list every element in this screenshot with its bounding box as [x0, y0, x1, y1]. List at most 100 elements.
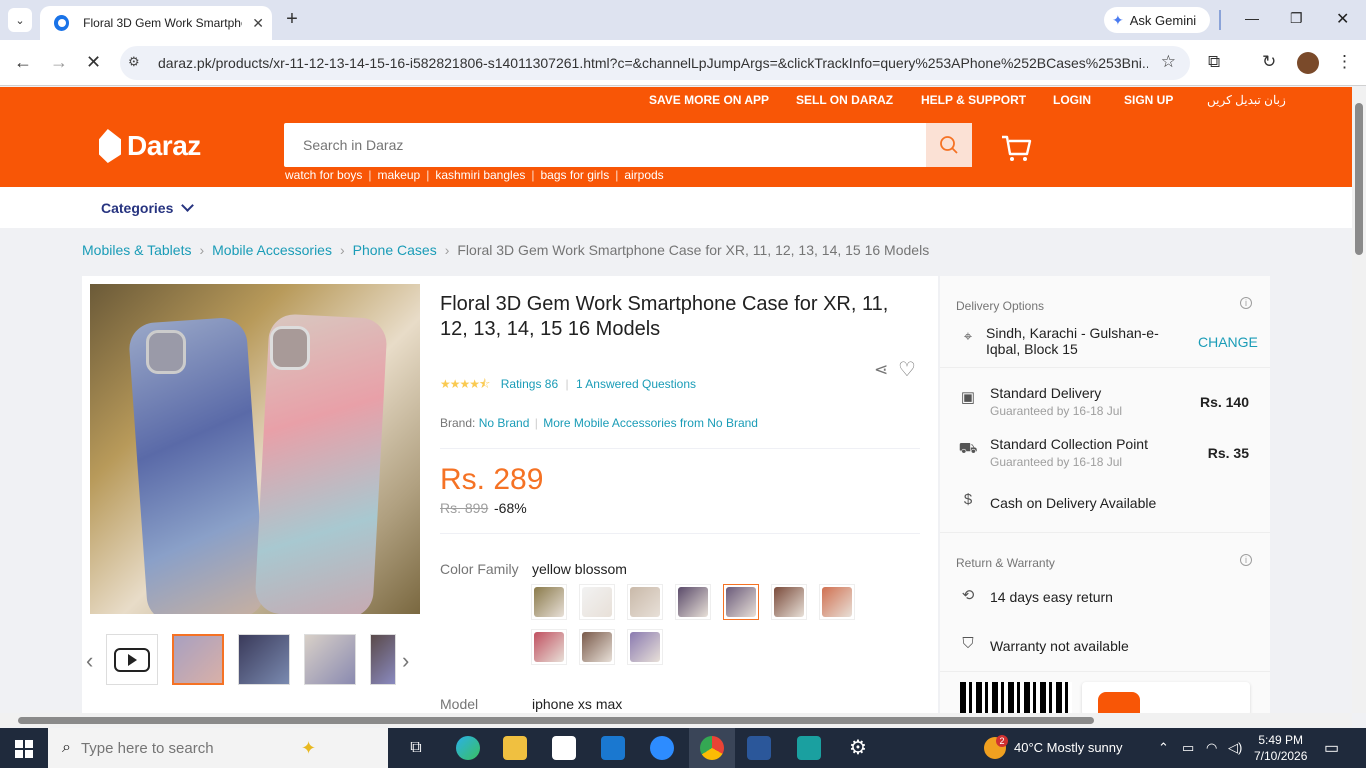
calendar-app-icon[interactable]	[797, 736, 821, 760]
breadcrumb-link[interactable]: Phone Cases	[353, 242, 437, 258]
video-thumbnail[interactable]	[106, 634, 158, 685]
settings-gear-icon[interactable]: ⚙	[846, 736, 870, 760]
ratings-link[interactable]: Ratings 86	[501, 377, 558, 391]
new-tab-button[interactable]: +	[282, 8, 302, 31]
close-tab-icon[interactable]: ✕	[252, 15, 264, 32]
cart-icon[interactable]	[1000, 134, 1032, 164]
battery-icon[interactable]: ▭	[1182, 740, 1194, 756]
wishlist-heart-icon[interactable]: ♡	[898, 357, 916, 382]
restore-icon[interactable]: ❐	[1290, 10, 1303, 27]
product-main-image[interactable]	[90, 284, 420, 614]
system-clock[interactable]: 5:49 PM 7/10/2026	[1254, 732, 1307, 764]
color-swatch[interactable]	[531, 584, 567, 620]
info-icon[interactable]: i	[1240, 297, 1252, 309]
warranty-text: Warranty not available	[990, 638, 1129, 654]
scrollbar-thumb[interactable]	[1355, 103, 1363, 255]
stop-loading-icon[interactable]: ✕	[86, 52, 101, 73]
tray-chevron-up-icon[interactable]: ⌃	[1158, 740, 1169, 756]
color-swatch[interactable]	[675, 584, 711, 620]
color-swatch[interactable]	[819, 584, 855, 620]
categories-dropdown[interactable]: Categories	[101, 199, 195, 216]
brand-link[interactable]: No Brand	[479, 416, 530, 430]
minimize-icon[interactable]: —	[1245, 10, 1259, 26]
volume-icon[interactable]: ◁)	[1228, 740, 1242, 756]
taskbar-search-input[interactable]	[80, 739, 301, 757]
close-window-icon[interactable]: ✕	[1336, 9, 1349, 29]
outlook-icon[interactable]	[601, 736, 625, 760]
suggestion-link[interactable]: kashmiri bangles	[435, 168, 525, 182]
sell-on-daraz-link[interactable]: SELL ON DARAZ	[796, 93, 893, 107]
categories-label: Categories	[101, 200, 174, 216]
weather-text[interactable]: 40°C Mostly sunny	[1014, 740, 1123, 755]
performance-icon[interactable]: ↻	[1262, 52, 1276, 72]
info-icon[interactable]: i	[1240, 554, 1252, 566]
scrollbar-thumb[interactable]	[18, 717, 1094, 724]
color-swatch[interactable]	[771, 584, 807, 620]
image-thumbnail[interactable]	[304, 634, 356, 685]
search-icon	[940, 136, 958, 154]
color-swatch[interactable]	[579, 629, 615, 665]
app-download-card[interactable]	[1082, 682, 1250, 722]
gemini-icon: ✦	[1112, 11, 1124, 28]
extensions-icon[interactable]: ⧉	[1208, 52, 1220, 72]
change-location-link[interactable]: CHANGE	[1198, 334, 1258, 350]
edge-icon[interactable]	[456, 736, 480, 760]
color-swatch[interactable]	[723, 584, 759, 620]
language-switch-link[interactable]: زبان تبدیل کریں	[1207, 93, 1286, 107]
store-icon[interactable]	[552, 736, 576, 760]
breadcrumb-link[interactable]: Mobile Accessories	[212, 242, 332, 258]
breadcrumb-link[interactable]: Mobiles & Tablets	[82, 242, 191, 258]
suggestion-link[interactable]: makeup	[378, 168, 421, 182]
zoom-icon[interactable]	[650, 736, 674, 760]
tab-search-button[interactable]: ⌄	[8, 8, 32, 32]
more-from-brand-link[interactable]: More Mobile Accessories from No Brand	[543, 416, 758, 430]
image-thumbnail[interactable]	[238, 634, 290, 685]
color-swatch[interactable]	[627, 629, 663, 665]
thumb-next-icon[interactable]: ›	[402, 648, 409, 674]
taskbar-search[interactable]: ⌕ ✦	[48, 728, 388, 768]
share-icon[interactable]: ⋖	[874, 360, 888, 380]
return-policy-text: 14 days easy return	[990, 589, 1113, 605]
menu-icon[interactable]: ⋮	[1336, 52, 1353, 72]
chevron-right-icon: ›	[199, 242, 205, 258]
search-button[interactable]	[926, 123, 972, 167]
search-input[interactable]	[284, 123, 926, 167]
windows-start-icon[interactable]	[15, 740, 33, 758]
omnibox[interactable]: ⚙ daraz.pk/products/xr-11-12-13-14-15-16…	[120, 46, 1190, 80]
gemini-label: Ask Gemini	[1129, 12, 1197, 28]
image-thumbnail[interactable]	[172, 634, 224, 685]
suggestion-link[interactable]: airpods	[624, 168, 663, 182]
back-icon[interactable]: ←	[14, 52, 32, 73]
active-tab[interactable]: Floral 3D Gem Work Smartphon ✕	[40, 6, 272, 40]
search-highlight-icon: ✦	[300, 737, 317, 758]
vertical-scrollbar[interactable]	[1352, 87, 1366, 713]
ask-gemini-button[interactable]: ✦ Ask Gemini	[1104, 7, 1210, 33]
color-swatch[interactable]	[627, 584, 663, 620]
answered-questions-link[interactable]: 1 Answered Questions	[576, 377, 696, 391]
image-thumbnail[interactable]	[370, 634, 396, 685]
profile-avatar[interactable]	[1297, 52, 1319, 74]
bookmark-star-icon[interactable]: ☆	[1161, 52, 1176, 72]
thumb-prev-icon[interactable]: ‹	[86, 648, 93, 674]
divider: |	[534, 416, 538, 430]
suggestion-link[interactable]: watch for boys	[285, 168, 362, 182]
wifi-icon[interactable]: ◠	[1206, 740, 1217, 756]
word-icon[interactable]	[747, 736, 771, 760]
save-more-on-app-link[interactable]: SAVE MORE ON APP	[649, 93, 769, 107]
file-explorer-icon[interactable]	[503, 736, 527, 760]
forward-icon[interactable]: →	[50, 52, 68, 73]
signup-link[interactable]: SIGN UP	[1124, 93, 1173, 107]
help-support-link[interactable]: HELP & SUPPORT	[921, 93, 1026, 107]
url-text[interactable]: daraz.pk/products/xr-11-12-13-14-15-16-i…	[158, 55, 1148, 71]
color-swatch[interactable]	[531, 629, 567, 665]
site-info-icon[interactable]: ⚙	[128, 54, 146, 72]
notifications-icon[interactable]: ▭	[1324, 738, 1339, 758]
daraz-logo[interactable]: Daraz	[99, 129, 201, 163]
chrome-icon[interactable]	[700, 736, 724, 760]
color-swatch[interactable]	[579, 584, 615, 620]
suggestion-link[interactable]: bags for girls	[541, 168, 610, 182]
horizontal-scrollbar[interactable]	[0, 713, 1352, 727]
swatch-image	[582, 587, 612, 617]
task-view-icon[interactable]: ⧉	[404, 736, 428, 760]
login-link[interactable]: LOGIN	[1053, 93, 1091, 107]
